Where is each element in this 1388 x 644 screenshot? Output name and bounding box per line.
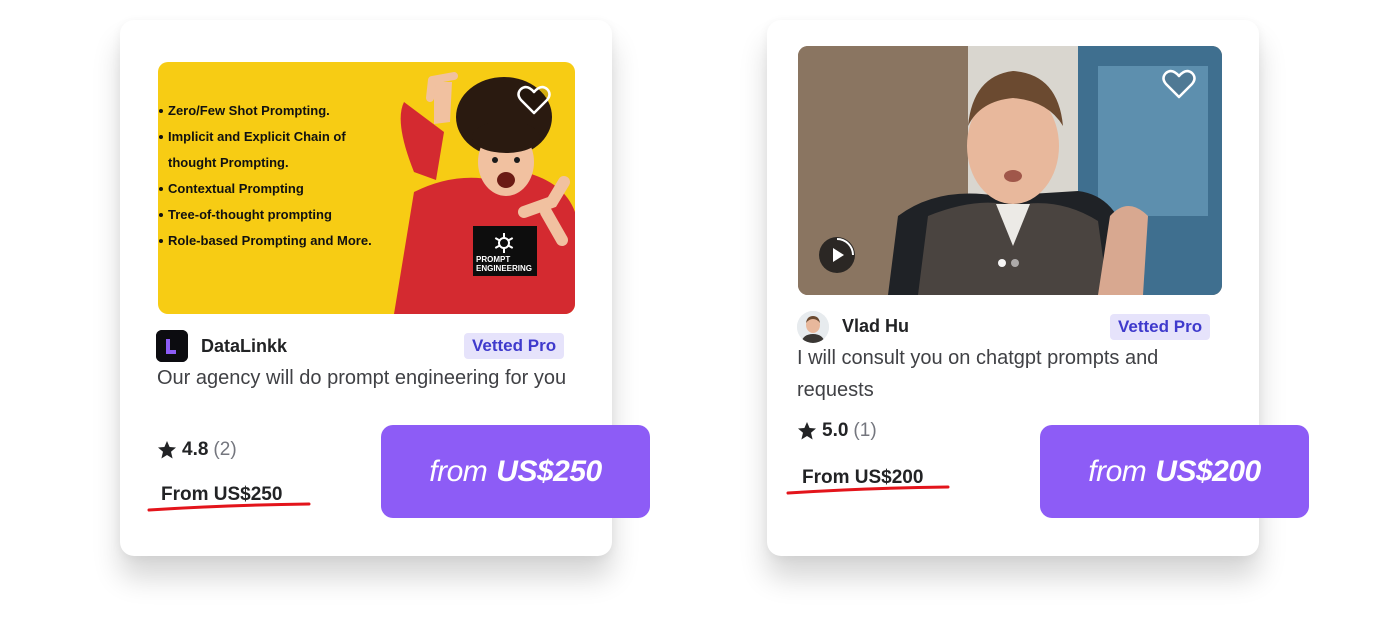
star-icon: [158, 441, 176, 459]
rating-value: 4.8: [182, 439, 209, 460]
heart-icon[interactable]: [517, 84, 551, 116]
prompt-engineering-logo: PROMPT ENGINEERING: [473, 226, 537, 276]
vetted-pro-badge: Vetted Pro: [1110, 314, 1211, 340]
star-icon: [798, 422, 816, 440]
carousel-dot[interactable]: [1011, 259, 1019, 267]
rating: 5.0 (1): [797, 420, 877, 442]
callout-from: from: [1088, 454, 1147, 488]
logo-text: PROMPT ENGINEERING: [476, 255, 533, 273]
openai-icon: [494, 233, 514, 253]
red-underline-mark: [147, 502, 311, 512]
rating-value: 5.0: [822, 420, 849, 441]
play-icon[interactable]: [818, 236, 856, 274]
seller-logo-icon: [156, 330, 188, 362]
price-callout: from US$200: [1040, 425, 1309, 518]
video-frame-photo: [798, 46, 1222, 295]
callout-from: from: [429, 454, 488, 488]
rating: 4.8 (2): [157, 439, 237, 461]
seller-name[interactable]: Vlad Hu: [842, 316, 909, 337]
thumbnail-bullet: Tree-of-thought prompting: [159, 202, 374, 228]
carousel-dot-active[interactable]: [998, 259, 1006, 267]
gig-title[interactable]: Our agency will do prompt engineering fo…: [157, 362, 567, 394]
rating-count: (2): [213, 439, 237, 460]
thumbnail-bullet: Role-based Prompting and More.: [159, 228, 374, 254]
avatar[interactable]: [156, 330, 188, 362]
thumbnail-bullet: Contextual Prompting: [159, 176, 374, 202]
seller-name[interactable]: DataLinkk: [201, 336, 287, 357]
avatar[interactable]: [797, 311, 829, 343]
red-underline-mark: [786, 485, 950, 495]
seller-avatar-photo: [797, 311, 829, 343]
thumbnail-bullet: Zero/Few Shot Prompting.: [159, 98, 374, 124]
rating-count: (1): [853, 420, 877, 441]
gig-thumbnail[interactable]: [798, 46, 1222, 295]
gig-title[interactable]: I will consult you on chatgpt prompts an…: [797, 342, 1207, 406]
thumbnail-bullet: Implicit and Explicit Chain of thought P…: [159, 124, 374, 176]
heart-icon[interactable]: [1162, 68, 1196, 100]
vetted-pro-badge: Vetted Pro: [464, 333, 565, 359]
thumbnail-bullet-list: Zero/Few Shot Prompting. Implicit and Ex…: [159, 98, 374, 254]
callout-amount: US$250: [496, 454, 602, 488]
carousel-dots: [998, 259, 1019, 267]
callout-amount: US$200: [1155, 454, 1261, 488]
gig-thumbnail[interactable]: Zero/Few Shot Prompting. Implicit and Ex…: [158, 62, 575, 314]
price-callout: from US$250: [381, 425, 650, 518]
